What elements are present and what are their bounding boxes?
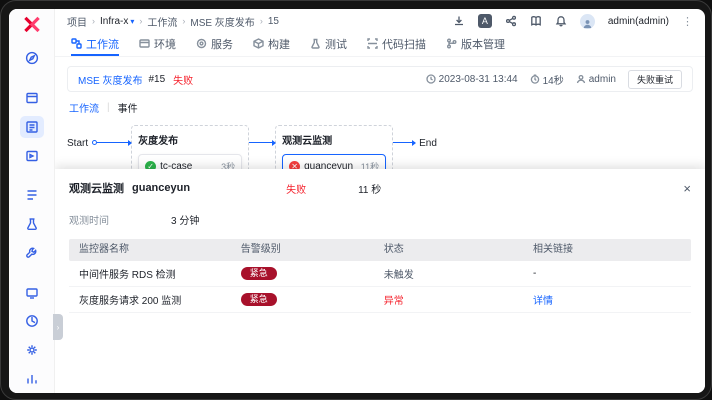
- breadcrumb-separator: ›: [92, 16, 95, 26]
- device-frame: › 项目 › Infra-x ▾ › 工作流 › MSE 灰度发布 › 15 A…: [0, 0, 712, 400]
- monitor-name: 灰度服务请求 200 监测: [69, 292, 231, 307]
- run-start-time: 2023-08-31 13:44: [426, 74, 518, 85]
- table-row: 中间件服务 RDS 检测 紧急 未触发 -: [69, 261, 691, 287]
- chevron-down-icon[interactable]: ▾: [130, 17, 134, 26]
- tab-version-management[interactable]: 版本管理: [446, 31, 505, 56]
- settings-gear-icon[interactable]: [20, 339, 44, 362]
- close-icon[interactable]: ×: [683, 182, 691, 195]
- drawer-step-type: 观测云监测: [69, 180, 124, 196]
- nav-tabs: 工作流 环境 服务 构建 测试 代码扫描: [55, 31, 705, 57]
- pipeline-start-label: Start: [67, 138, 88, 149]
- alert-level-badge: 紧急: [241, 267, 277, 281]
- environment-icon: [139, 38, 150, 49]
- table-header-row: 监控器名称 告警级别 状态 相关链接: [69, 239, 691, 261]
- left-sidebar: ›: [9, 9, 55, 393]
- monitor-icon[interactable]: [20, 281, 44, 304]
- timer-icon: [530, 74, 540, 84]
- tab-environment[interactable]: 环境: [139, 31, 176, 56]
- header-actions: A admin(admin) ⋮: [453, 14, 693, 29]
- overview-icon[interactable]: [20, 47, 44, 70]
- run-pipeline-name[interactable]: MSE 灰度发布: [78, 72, 142, 87]
- test-flask-icon: [310, 38, 321, 49]
- run-duration: 14秒: [530, 72, 564, 87]
- run-status-label: 失败: [173, 72, 193, 87]
- subtab-workflow[interactable]: 工作流: [69, 100, 99, 115]
- version-branch-icon: [446, 38, 457, 49]
- connector-line: [97, 142, 131, 143]
- drawer-status-label: 失败: [286, 181, 306, 196]
- tab-service[interactable]: 服务: [196, 31, 233, 56]
- run-trigger-user: admin: [576, 74, 616, 85]
- breadcrumb-pipeline[interactable]: MSE 灰度发布: [190, 14, 254, 29]
- tab-build[interactable]: 构建: [253, 31, 290, 56]
- user-icon: [576, 74, 586, 84]
- drawer-header: 观测云监测 guanceyun 失败 11 秒 ×: [55, 169, 705, 204]
- subtab-events[interactable]: 事件: [118, 100, 138, 115]
- subtab-divider: |: [107, 102, 110, 113]
- run-sub-tabs: 工作流 | 事件: [55, 92, 705, 115]
- related-link: -: [523, 268, 691, 279]
- test-icon[interactable]: [20, 213, 44, 236]
- drawer-step-name: guanceyun: [132, 182, 190, 194]
- breadcrumb-workflows[interactable]: 工作流: [147, 14, 177, 29]
- tools-icon[interactable]: [20, 241, 44, 264]
- monitor-status: 未触发: [374, 266, 523, 281]
- brand-logo-icon: [22, 15, 42, 34]
- build-icon: [253, 38, 264, 49]
- code-scan-icon: [367, 38, 378, 49]
- avatar[interactable]: [580, 14, 595, 29]
- sidebar-expander[interactable]: ›: [53, 314, 63, 340]
- breadcrumb-run-id[interactable]: 15: [268, 16, 279, 27]
- retry-failed-button[interactable]: 失败重试: [628, 70, 682, 89]
- stage-title: 观测云监测: [282, 132, 386, 147]
- stats-icon[interactable]: [20, 367, 44, 390]
- share-icon[interactable]: [505, 15, 517, 27]
- username-label[interactable]: admin(admin): [608, 16, 669, 27]
- service-icon: [196, 38, 207, 49]
- language-icon[interactable]: A: [478, 14, 492, 28]
- breadcrumb-project[interactable]: 项目: [67, 14, 87, 29]
- col-related-link: 相关链接: [523, 239, 691, 261]
- table-row: 灰度服务请求 200 监测 紧急 异常 详情: [69, 287, 691, 313]
- col-status: 状态: [374, 239, 523, 261]
- run-number: #15: [148, 74, 165, 85]
- breadcrumb-separator: ›: [260, 16, 263, 26]
- col-alert-level: 告警级别: [231, 239, 374, 261]
- resources-icon[interactable]: [20, 184, 44, 207]
- deploy-icon[interactable]: [20, 144, 44, 167]
- projects-icon[interactable]: [20, 87, 44, 110]
- tab-code-scan[interactable]: 代码扫描: [367, 31, 426, 56]
- reports-icon[interactable]: [20, 310, 44, 333]
- run-info-bar: MSE 灰度发布 #15 失败 2023-08-31 13:44 14秒 adm…: [67, 66, 693, 92]
- clock-icon: [426, 74, 436, 84]
- breadcrumb-project-name[interactable]: Infra-x: [100, 16, 128, 27]
- connector-line: [393, 142, 415, 143]
- top-bar: 项目 › Infra-x ▾ › 工作流 › MSE 灰度发布 › 15 A a…: [55, 9, 705, 31]
- pipeline-end-label: End: [419, 138, 437, 149]
- more-menu-icon[interactable]: ⋮: [682, 15, 693, 28]
- col-monitor-name: 监控器名称: [69, 239, 231, 261]
- monitor-status: 异常: [374, 292, 523, 307]
- breadcrumb-separator: ›: [139, 16, 142, 26]
- monitors-table: 监控器名称 告警级别 状态 相关链接 中间件服务 RDS 检测 紧急 未触发 -…: [69, 239, 691, 313]
- download-icon[interactable]: [453, 15, 465, 27]
- detail-link[interactable]: 详情: [533, 296, 553, 307]
- stage-title: 灰度发布: [138, 132, 242, 147]
- app-window: › 项目 › Infra-x ▾ › 工作流 › MSE 灰度发布 › 15 A…: [9, 9, 705, 393]
- docs-icon[interactable]: [530, 15, 542, 27]
- tab-test[interactable]: 测试: [310, 31, 347, 56]
- monitor-name: 中间件服务 RDS 检测: [69, 266, 231, 281]
- workflow-icon: [71, 38, 82, 49]
- observation-time-value: 3 分钟: [171, 212, 199, 227]
- drawer-duration: 11 秒: [358, 181, 381, 196]
- step-detail-drawer: 观测云监测 guanceyun 失败 11 秒 × 观测时间 3 分钟 监控器名…: [55, 169, 705, 393]
- tab-workflow[interactable]: 工作流: [71, 31, 119, 56]
- breadcrumb-separator: ›: [182, 16, 185, 26]
- observation-time-row: 观测时间 3 分钟: [55, 204, 705, 239]
- connector-line: [249, 142, 275, 143]
- observation-time-label: 观测时间: [69, 212, 171, 227]
- bell-icon[interactable]: [555, 15, 567, 27]
- alert-level-badge: 紧急: [241, 293, 277, 307]
- pipelines-icon[interactable]: [20, 116, 44, 139]
